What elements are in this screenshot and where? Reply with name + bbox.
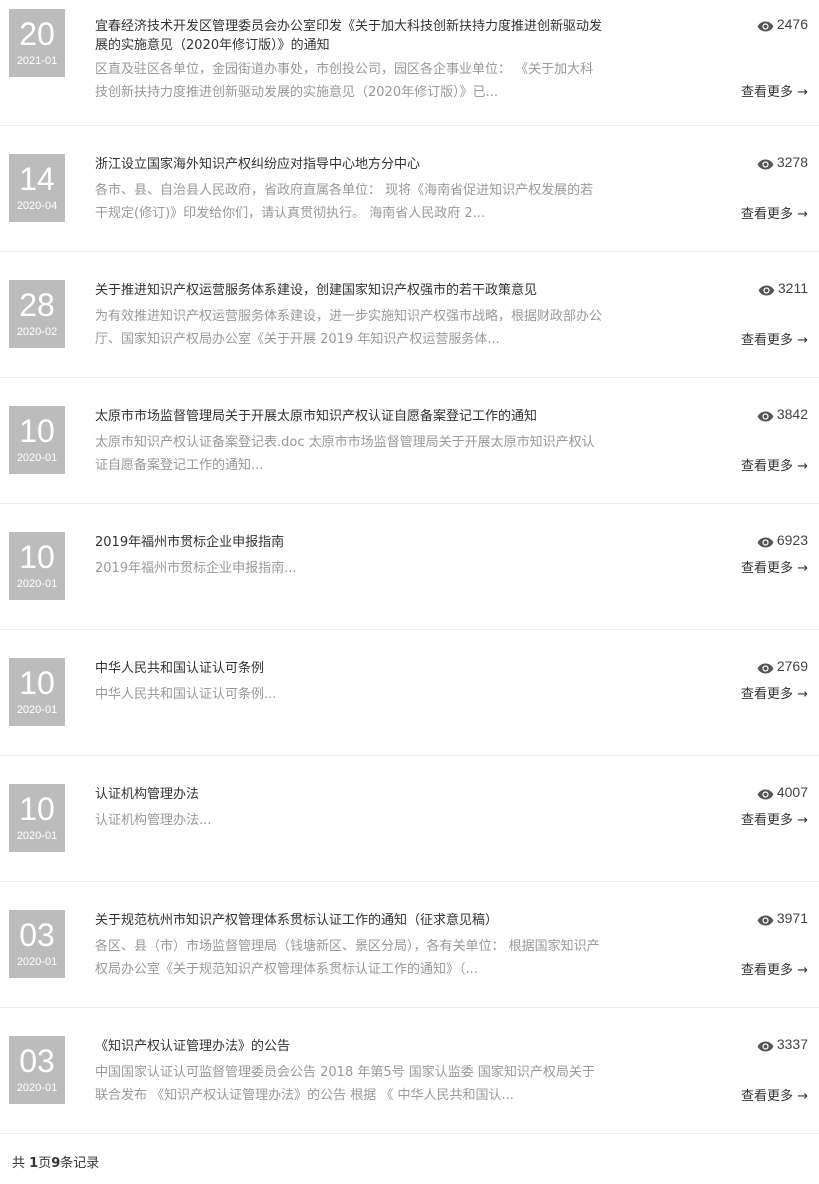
list-item: 03 2020-01 《知识产权认证管理办法》的公告中国国家认证认可监督管理委员会公… <box>0 1008 819 1134</box>
view-count-value: 3971 <box>776 910 808 926</box>
total-pages: 1 <box>29 1156 39 1171</box>
read-more-link[interactable]: 查看更多 → <box>741 203 808 222</box>
date-day: 28 <box>19 287 55 323</box>
view-count: 3278 <box>757 154 808 170</box>
date-day: 10 <box>19 665 55 701</box>
date-badge: 10 2020-01 <box>9 658 65 726</box>
date-badge: 10 2020-01 <box>9 532 65 600</box>
article-title[interactable]: 2019年福州市贯标企业申报指南 <box>95 533 605 552</box>
view-count: 2476 <box>757 16 808 32</box>
article-summary: 区直及驻区各单位，金园街道办事处，市创投公司，园区各企事业单位： 《关于加大科技… <box>95 62 594 100</box>
date-year-month: 2021-01 <box>16 55 58 67</box>
eye-icon <box>757 1039 774 1051</box>
date-year-month: 2020-01 <box>16 1082 58 1094</box>
read-more-link[interactable]: 查看更多 → <box>741 557 808 576</box>
date-year-month: 2020-01 <box>16 704 58 716</box>
article-summary: 为有效推进知识产权运营服务体系建设，进一步实施知识产权强市战略，根据财政部办公厅… <box>95 309 603 347</box>
article-summary: 中国国家认证认可监督管理委员会公告 2018 年第5号 国家认监委 国家知识产权… <box>95 1065 595 1103</box>
view-count-value: 3337 <box>776 1036 808 1052</box>
eye-icon <box>757 157 774 169</box>
article-title[interactable]: 中华人民共和国认证认可条例 <box>95 659 605 678</box>
view-count-value: 6923 <box>776 532 808 548</box>
eye-icon <box>757 409 774 421</box>
article-title[interactable]: 宜春经济技术开发区管理委员会办公室印发《关于加大科技创新扶持力度推进创新驱动发展… <box>95 17 605 55</box>
footer-suffix: 条记录 <box>60 1156 100 1171</box>
list-item: 10 2020-01 认证机构管理办法认证机构管理办法... 4007 查看更多 → <box>0 756 819 882</box>
article-summary: 各区、县（市）市场监督管理局（钱塘新区、景区分局），各有关单位： 根据国家知识产… <box>95 939 600 977</box>
list-item: 10 2020-01 中华人民共和国认证认可条例中华人民共和国认证认可条例... 27… <box>0 630 819 756</box>
pagination-summary: 共 1页9条记录 <box>12 1152 99 1171</box>
view-count-value: 3278 <box>776 154 808 170</box>
date-badge: 14 2020-04 <box>9 154 65 222</box>
date-day: 03 <box>19 917 55 953</box>
view-count: 3971 <box>757 910 808 926</box>
date-year-month: 2020-01 <box>16 452 58 464</box>
list-item: 28 2020-02 关于推进知识产权运营服务体系建设，创建国家知识产权强市的若干政… <box>0 252 819 378</box>
date-year-month: 2020-01 <box>16 578 58 590</box>
date-year-month: 2020-01 <box>16 830 58 842</box>
read-more-link[interactable]: 查看更多 → <box>741 455 808 474</box>
list-item: 14 2020-04 浙江设立国家海外知识产权纠纷应对指导中心地方分中心各市、县、自… <box>0 126 819 252</box>
read-more-link[interactable]: 查看更多 → <box>741 81 808 100</box>
date-year-month: 2020-01 <box>16 956 58 968</box>
list-item: 10 2020-01 太原市市场监督管理局关于开展太原市知识产权认证自愿备案登记工作… <box>0 378 819 504</box>
footer-page-word: 页 <box>38 1156 52 1171</box>
date-badge: 10 2020-01 <box>9 784 65 852</box>
view-count-value: 3211 <box>777 280 808 296</box>
eye-icon <box>758 283 775 295</box>
article-title[interactable]: 浙江设立国家海外知识产权纠纷应对指导中心地方分中心 <box>95 155 605 174</box>
view-count: 4007 <box>757 784 808 800</box>
view-count-value: 3842 <box>776 406 808 422</box>
read-more-link[interactable]: 查看更多 → <box>741 1085 808 1104</box>
view-count: 6923 <box>757 532 808 548</box>
read-more-link[interactable]: 查看更多 → <box>741 959 808 978</box>
article-summary: 各市、县、自治县人民政府，省政府直属各单位： 现将《海南省促进知识产权发展的若干… <box>95 183 594 221</box>
view-count: 3842 <box>757 406 808 422</box>
article-title[interactable]: 认证机构管理办法 <box>95 785 605 804</box>
eye-icon <box>757 661 774 673</box>
article-summary: 中华人民共和国认证认可条例... <box>95 687 277 702</box>
date-year-month: 2020-04 <box>16 200 58 212</box>
list-item: 20 2021-01 宜春经济技术开发区管理委员会办公室印发《关于加大科技创新扶持力… <box>0 0 819 126</box>
read-more-link[interactable]: 查看更多 → <box>741 683 808 702</box>
eye-icon <box>757 787 774 799</box>
read-more-link[interactable]: 查看更多 → <box>741 809 808 828</box>
article-title[interactable]: 关于规范杭州市知识产权管理体系贯标认证工作的通知（征求意见稿） <box>95 911 605 930</box>
article-title[interactable]: 太原市市场监督管理局关于开展太原市知识产权认证自愿备案登记工作的通知 <box>95 407 605 426</box>
view-count: 2769 <box>757 658 808 674</box>
date-badge: 03 2020-01 <box>9 1036 65 1104</box>
article-summary: 2019年福州市贯标企业申报指南... <box>95 561 297 576</box>
date-badge: 28 2020-02 <box>9 280 65 348</box>
date-day: 20 <box>19 16 55 52</box>
date-badge: 10 2020-01 <box>9 406 65 474</box>
view-count-value: 2476 <box>776 16 808 32</box>
date-day: 10 <box>19 539 55 575</box>
footer-prefix: 共 <box>12 1156 30 1171</box>
view-count-value: 2769 <box>776 658 808 674</box>
view-count: 3337 <box>757 1036 808 1052</box>
article-title[interactable]: 《知识产权认证管理办法》的公告 <box>95 1037 605 1056</box>
date-day: 14 <box>19 161 55 197</box>
eye-icon <box>757 19 774 31</box>
view-count: 3211 <box>758 280 808 296</box>
article-title[interactable]: 关于推进知识产权运营服务体系建设，创建国家知识产权强市的若干政策意见 <box>95 281 605 300</box>
date-badge: 03 2020-01 <box>9 910 65 978</box>
article-summary: 认证机构管理办法... <box>95 813 212 828</box>
date-day: 10 <box>19 413 55 449</box>
eye-icon <box>757 913 774 925</box>
date-day: 03 <box>19 1043 55 1079</box>
date-badge: 20 2021-01 <box>9 9 65 77</box>
date-year-month: 2020-02 <box>16 326 58 338</box>
article-list: 20 2021-01 宜春经济技术开发区管理委员会办公室印发《关于加大科技创新扶持力… <box>0 0 819 1134</box>
list-item: 10 2020-01 2019年福州市贯标企业申报指南 2019年福州市贯标企业申报指… <box>0 504 819 630</box>
total-records: 9 <box>51 1156 61 1171</box>
eye-icon <box>757 535 774 547</box>
article-summary: 太原市知识产权认证备案登记表.doc 太原市市场监督管理局关于开展太原市知识产权… <box>95 435 595 473</box>
view-count-value: 4007 <box>776 784 808 800</box>
date-day: 10 <box>19 791 55 827</box>
list-item: 03 2020-01 关于规范杭州市知识产权管理体系贯标认证工作的通知（征求意见稿）… <box>0 882 819 1008</box>
read-more-link[interactable]: 查看更多 → <box>741 329 808 348</box>
